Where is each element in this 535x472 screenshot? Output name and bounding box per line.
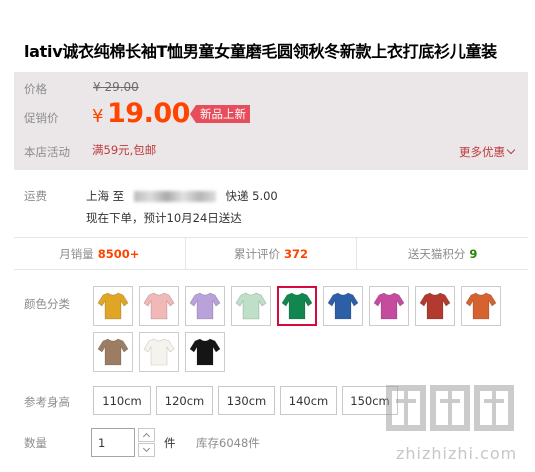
size-option-130[interactable]: 130cm [218, 386, 275, 415]
shirt-brick-icon [419, 292, 451, 320]
stat-reviews[interactable]: 累计评价 372 [184, 238, 357, 269]
stat-points: 送天猫积分 9 [356, 238, 528, 269]
stat-label: 月销量 [59, 246, 94, 261]
shipping-line: 上海 至 快递 5.00 [86, 188, 278, 204]
shirt-orange-icon [465, 292, 497, 320]
shirt-green-icon [281, 292, 313, 320]
color-swatch[interactable] [231, 286, 271, 326]
shipping-origin: 上海 [86, 189, 109, 203]
shirt-magenta-icon [373, 292, 405, 320]
color-swatch[interactable] [185, 332, 225, 372]
stats-bar: 月销量 8500+ 累计评价 372 送天猫积分 9 [14, 237, 528, 270]
stat-value: 372 [284, 246, 309, 261]
currency-symbol: ¥ [92, 106, 104, 127]
chevron-down-icon [142, 444, 151, 453]
color-swatch[interactable] [93, 332, 133, 372]
color-label: 颜色分类 [24, 297, 70, 311]
shipping-destination-selector[interactable] [133, 191, 216, 202]
stat-value: 8500+ [97, 246, 140, 261]
chevron-down-icon [506, 145, 516, 155]
price-label: 价格 [24, 82, 47, 96]
color-swatch[interactable] [369, 286, 409, 326]
quantity-label: 数量 [24, 436, 47, 450]
color-swatch[interactable] [323, 286, 363, 326]
shipping-to: 至 [112, 189, 125, 203]
shop-activity: 满59元,包邮 [92, 143, 157, 157]
shirt-lavender-icon [189, 292, 221, 320]
color-swatch[interactable] [139, 332, 179, 372]
stat-label: 送天猫积分 [407, 246, 466, 261]
activity-label: 本店活动 [24, 145, 70, 159]
color-swatch[interactable] [185, 286, 225, 326]
shipping-method: 快递 5.00 [225, 189, 278, 203]
product-title: lativ诚衣纯棉长袖T恤男童女童磨毛圆领秋冬新款上衣打底衫儿童装 [24, 42, 497, 61]
size-label: 参考身高 [24, 395, 70, 409]
color-swatch[interactable] [415, 286, 455, 326]
promo-price-label: 促销价 [24, 111, 59, 125]
quantity-unit: 件 [164, 436, 176, 450]
quantity-increase-button[interactable] [138, 428, 155, 442]
size-option-140[interactable]: 140cm [280, 386, 337, 415]
size-option-110[interactable]: 110cm [93, 386, 151, 415]
quantity-decrease-button[interactable] [138, 443, 155, 457]
shirt-white-icon [143, 338, 175, 366]
shipping-label: 运费 [24, 189, 47, 203]
stat-value: 9 [469, 246, 478, 261]
new-arrival-badge: 新品上新 [190, 105, 250, 123]
promo-price: 19.00 [107, 98, 190, 129]
more-discount-label: 更多优惠 [459, 145, 505, 159]
stat-monthly-sales: 月销量 8500+ [14, 238, 185, 269]
original-price: ¥ 29.00 [93, 80, 139, 94]
shirt-black-icon [189, 338, 221, 366]
stat-label: 累计评价 [234, 246, 280, 261]
shirt-blue-icon [327, 292, 359, 320]
shirt-pink-icon [143, 292, 175, 320]
color-swatch[interactable] [277, 286, 317, 326]
delivery-estimate: 现在下单，预计10月24日送达 [86, 211, 242, 225]
shirt-brown-icon [97, 338, 129, 366]
more-discount-link[interactable]: 更多优惠 [459, 144, 516, 160]
stock-count: 库存6048件 [196, 436, 260, 450]
shirt-mint-icon [235, 292, 267, 320]
watermark-text: zhizhizhi.com [396, 444, 518, 463]
color-swatch[interactable] [139, 286, 179, 326]
quantity-input[interactable] [91, 428, 135, 457]
color-swatch[interactable] [461, 286, 501, 326]
size-option-120[interactable]: 120cm [156, 386, 213, 415]
color-swatch[interactable] [93, 286, 133, 326]
shirt-mustard-icon [97, 292, 129, 320]
chevron-up-icon [142, 432, 151, 441]
price-panel: 价格 ¥ 29.00 促销价 ¥ 19.00 新品上新 本店活动 满59元,包邮… [14, 72, 528, 170]
watermark-logo-icon [386, 385, 514, 431]
